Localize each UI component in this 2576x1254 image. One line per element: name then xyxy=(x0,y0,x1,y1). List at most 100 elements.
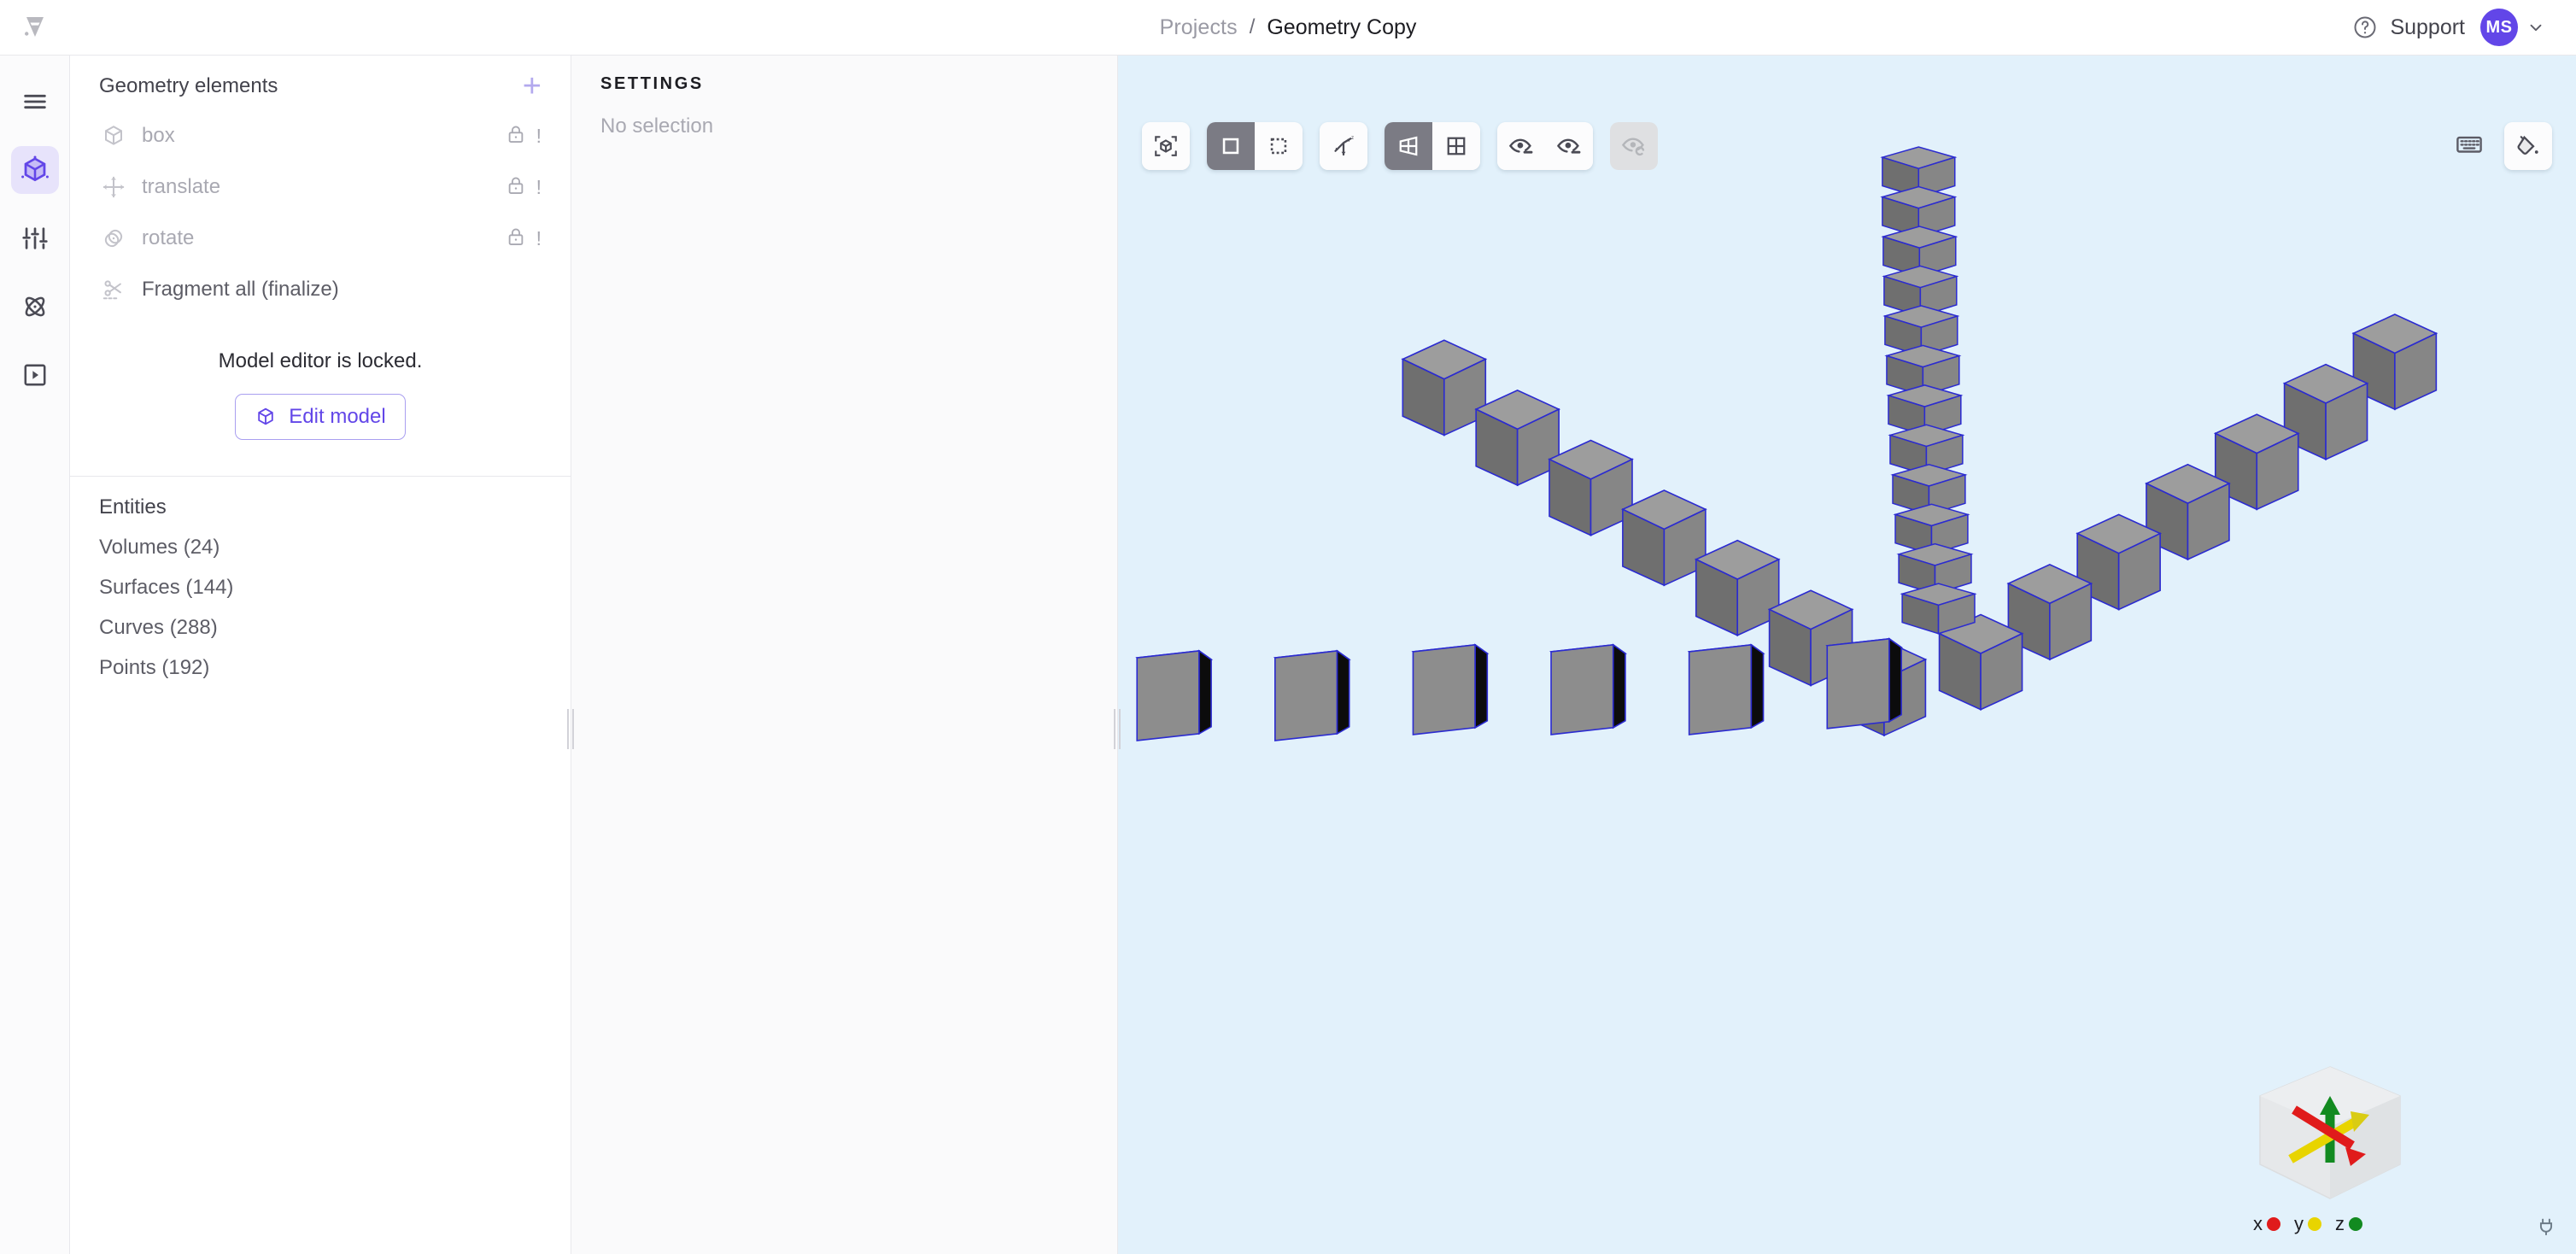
entities-row-curves[interactable]: Curves (288) xyxy=(70,600,571,640)
entities-row-volumes[interactable]: Volumes (24) xyxy=(70,519,571,560)
cube-front-2 xyxy=(1274,650,1350,741)
sidebar-item-settings[interactable] xyxy=(11,214,59,262)
axis-legend-y: y xyxy=(2294,1213,2321,1235)
axis-legend-y-dot xyxy=(2308,1217,2321,1231)
edit-model-label: Edit model xyxy=(289,405,386,428)
geometry-element-label: box xyxy=(142,124,175,147)
breadcrumb-current-project: Geometry Copy xyxy=(1267,15,1417,39)
geometry-panel-header: Geometry elements + xyxy=(70,56,571,110)
restore-visibility-button xyxy=(1610,122,1658,170)
restore-visibility-group xyxy=(1610,122,1658,170)
keyboard-shortcuts-icon[interactable] xyxy=(2455,130,2484,163)
atom-icon xyxy=(25,296,44,317)
geometry-element-box[interactable]: box ! xyxy=(70,110,571,161)
sidebar-item-physics[interactable] xyxy=(11,283,59,331)
arrow-logo-icon xyxy=(25,17,44,37)
axis-legend-z: z xyxy=(2335,1213,2362,1235)
question-circle-icon xyxy=(2354,16,2376,38)
eye-minus-icon xyxy=(1509,138,1533,154)
add-geometry-element-button[interactable]: + xyxy=(523,70,542,103)
axes-icon: z xyxy=(1334,135,1354,156)
support-button[interactable]: Support xyxy=(2352,15,2465,40)
eye-minus-alt-icon xyxy=(1557,138,1581,154)
cube-front-3 xyxy=(1412,644,1489,735)
sidebar-item-geometry[interactable] xyxy=(10,146,59,194)
cube-left-2 xyxy=(1475,390,1560,486)
avatar: MS xyxy=(2480,9,2518,46)
cube-icon xyxy=(258,407,274,425)
fill-color-button[interactable] xyxy=(2504,122,2552,170)
viewport-toolbar-right xyxy=(2455,122,2552,170)
cube-front-6 xyxy=(1826,637,1902,730)
perspective-view-button[interactable] xyxy=(1385,122,1432,170)
move-arrows-icon xyxy=(94,174,133,200)
cube-front-1 xyxy=(1136,650,1212,741)
fill-color-group xyxy=(2504,122,2552,170)
select-box-button[interactable] xyxy=(1255,122,1303,170)
axis-gizmo-cube xyxy=(2259,1066,2401,1199)
sidebar-item-run[interactable] xyxy=(11,351,59,399)
scissors-icon xyxy=(94,277,133,302)
cube-icon xyxy=(94,123,133,149)
breadcrumb-projects[interactable]: Projects xyxy=(1160,15,1238,40)
show-axes-button[interactable]: z xyxy=(1320,122,1367,170)
main-body: Geometry elements + box ! translate ! ro… xyxy=(0,56,2576,1254)
paint-bucket-icon xyxy=(2517,136,2538,155)
play-square-icon xyxy=(24,364,45,386)
filled-square-icon xyxy=(1222,138,1239,155)
lock-icon[interactable] xyxy=(505,174,527,201)
app-root: Projects / Geometry Copy Support MS Geom… xyxy=(0,0,2576,1254)
top-bar: Projects / Geometry Copy Support MS xyxy=(0,0,2576,56)
geometry-panel: Geometry elements + box ! translate ! ro… xyxy=(70,56,574,1254)
sidebar-item-menu[interactable] xyxy=(11,78,59,126)
cube-left-3 xyxy=(1549,439,1633,536)
svg-text:z: z xyxy=(1351,135,1354,141)
fit-to-view-button[interactable] xyxy=(1142,122,1190,170)
edit-model-button[interactable]: Edit model xyxy=(235,394,406,440)
projection-group xyxy=(1385,122,1480,170)
cube-geometry-icon xyxy=(20,155,49,182)
sliders-icon xyxy=(21,227,48,249)
orthographic-view-button[interactable] xyxy=(1432,122,1480,170)
axis-legend-x: x xyxy=(2253,1213,2280,1235)
geometry-element-status: ! xyxy=(505,123,542,149)
select-solid-button[interactable] xyxy=(1207,122,1255,170)
geometry-element-fragment-all[interactable]: Fragment all (finalize) xyxy=(70,264,571,315)
entities-section: Entities Volumes (24) Surfaces (144) Cur… xyxy=(70,477,571,680)
entities-row-surfaces[interactable]: Surfaces (144) xyxy=(70,560,571,600)
axis-gizmo[interactable]: x y z xyxy=(2250,1062,2410,1235)
ortho-grid-icon xyxy=(1447,137,1466,155)
app-logo[interactable] xyxy=(0,14,70,41)
breadcrumb: Projects / Geometry Copy xyxy=(0,0,2576,55)
geometry-element-label: rotate xyxy=(142,226,195,249)
geometry-element-rotate[interactable]: rotate ! xyxy=(70,213,571,264)
warning-indicator: ! xyxy=(536,175,542,198)
fit-to-view-group xyxy=(1142,122,1190,170)
axes-group: z xyxy=(1320,122,1367,170)
visibility-group xyxy=(1497,122,1593,170)
settings-panel-title: SETTINGS xyxy=(600,74,704,93)
hide-selected-button[interactable] xyxy=(1497,122,1545,170)
geometry-element-label: translate xyxy=(142,175,221,198)
hide-unselected-button[interactable] xyxy=(1545,122,1593,170)
breadcrumb-separator: / xyxy=(1249,15,1256,38)
selection-mode-group xyxy=(1207,122,1303,170)
entities-row-points[interactable]: Points (192) xyxy=(70,640,571,680)
geometry-element-status: ! xyxy=(505,226,542,252)
user-menu[interactable]: MS xyxy=(2480,9,2545,46)
settings-panel-resize-handle[interactable] xyxy=(1114,709,1121,749)
settings-empty-state: No selection xyxy=(600,114,714,138)
geometry-element-translate[interactable]: translate ! xyxy=(70,161,571,213)
left-rail xyxy=(0,56,70,1254)
lock-icon[interactable] xyxy=(505,123,527,149)
fit-cube-icon xyxy=(1155,136,1177,156)
lock-icon[interactable] xyxy=(505,226,527,252)
axis-legend-y-label: y xyxy=(2294,1213,2304,1234)
3d-viewport[interactable]: z x y z xyxy=(1118,56,2576,1254)
cube-front-4 xyxy=(1550,644,1626,735)
top-bar-right: Support MS xyxy=(2352,9,2576,46)
geometry-panel-resize-handle[interactable] xyxy=(567,709,574,749)
warning-indicator: ! xyxy=(536,226,542,249)
cube-left-1 xyxy=(1402,339,1487,437)
axis-legend-z-label: z xyxy=(2335,1213,2345,1234)
